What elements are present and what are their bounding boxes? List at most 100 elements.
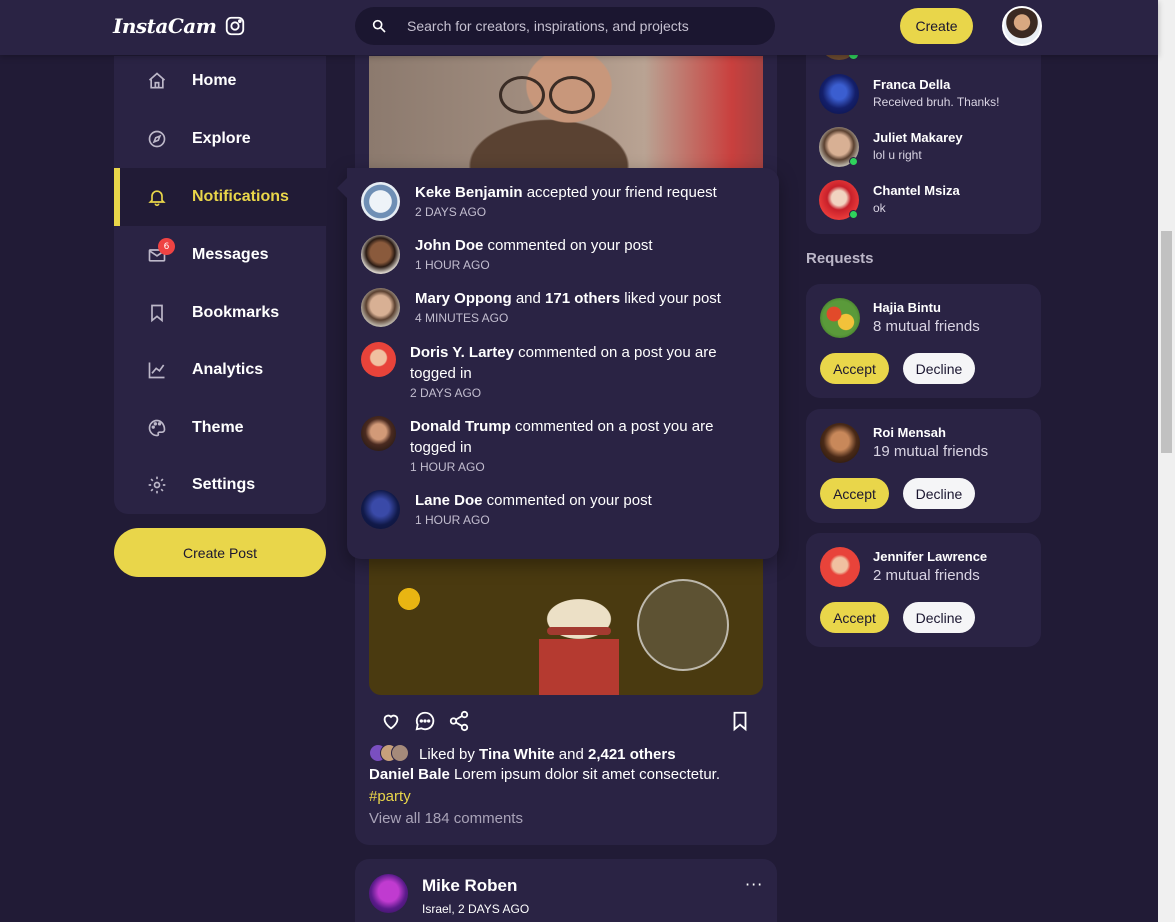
liker-avatars [369,744,415,764]
notification-message: commented on your post [483,237,653,254]
gear-icon [148,476,166,494]
heart-icon[interactable] [380,710,402,732]
avatar[interactable] [820,298,860,338]
share-icon[interactable] [448,710,470,732]
avatar [361,490,400,529]
notification-message: liked your post [620,290,721,307]
notification-time: 1 HOUR AGO [415,513,490,527]
notification-text: Keke Benjamin accepted your friend reque… [415,182,755,222]
notification-user: Donald Trump [410,418,511,435]
notification-text: John Doe commented on your post 1 HOUR A… [415,235,755,275]
sidebar-item-settings[interactable]: Settings [114,456,326,514]
online-status-dot [849,157,858,166]
mutual-friends: 19 mutual friends [873,443,989,460]
message-preview: Received bruh. Thanks! [873,95,1000,109]
liked-count[interactable]: 2,421 others [588,746,676,763]
search-input[interactable] [407,7,757,45]
post-caption: Daniel Bale Lorem ipsum dolor sit amet c… [369,766,720,783]
create-button[interactable]: Create [900,8,973,44]
notification-user: Lane Doe [415,492,483,509]
notification-text: Lane Doe commented on your post 1 HOUR A… [415,490,755,530]
notification-message: commented on your post [482,492,652,509]
sidebar-item-bookmarks[interactable]: Bookmarks [114,284,326,342]
message-count-badge: 6 [158,238,175,255]
sidebar-item-label: Explore [192,130,251,147]
notification-user: Doris Y. Lartey [410,344,514,361]
request-name[interactable]: Jennifer Lawrence [873,549,987,564]
scrollbar-thumb[interactable] [1161,231,1172,453]
notification-user: Keke Benjamin [415,184,523,201]
notification-time: 2 DAYS AGO [415,205,487,219]
hat-band [547,627,611,635]
request-card: Jennifer Lawrence 2 mutual friends Accep… [806,533,1041,647]
liked-mid: and [554,745,588,763]
avatar [819,74,859,114]
liked-user[interactable]: Tina White [479,746,555,763]
accept-button[interactable]: Accept [820,353,889,384]
glasses-lens [549,76,595,114]
bell-icon [148,190,166,207]
notification-others: 171 others [545,290,621,307]
request-name[interactable]: Roi Mensah [873,425,946,440]
avatar [361,235,400,274]
sidebar-item-label: Analytics [192,361,264,378]
home-icon [148,72,166,89]
instagram-icon [226,16,245,36]
notifications-popup: Keke Benjamin accepted your friend reque… [337,168,779,559]
sidebar-item-explore[interactable]: Explore [114,110,326,168]
notification-time: 1 HOUR AGO [415,258,490,272]
message-preview: lol u right [873,148,922,162]
page-scrollbar[interactable] [1158,0,1175,922]
avatar[interactable] [820,423,860,463]
search-icon [372,19,386,33]
message-sender: Juliet Makarey [873,130,963,145]
accept-button[interactable]: Accept [820,478,889,509]
sidebar-item-messages[interactable]: 6 Messages [114,226,326,284]
post-author[interactable]: Mike Roben [422,876,517,896]
accept-button[interactable]: Accept [820,602,889,633]
sidebar: Home Explore Notifications 6 Messages Bo… [114,56,326,514]
view-comments-link[interactable]: View all 184 comments [369,810,523,827]
post-image[interactable] [369,56,763,168]
request-card: Roi Mensah 19 mutual friends Accept Decl… [806,409,1041,523]
bookmark-icon [151,304,163,323]
profile-avatar[interactable] [1002,6,1042,46]
sidebar-item-theme[interactable]: Theme [114,399,326,457]
caption-user[interactable]: Daniel Bale [369,766,450,783]
sidebar-item-label: Messages [192,246,269,263]
sidebar-item-analytics[interactable]: Analytics [114,341,326,399]
message-preview: ok [873,201,886,215]
post-meta: Israel, 2 DAYS AGO [422,902,530,916]
mutual-friends: 2 mutual friends [873,567,980,584]
hashtag[interactable]: #party [369,788,411,805]
sidebar-item-home[interactable]: Home [114,52,326,110]
bookmark-icon[interactable] [729,710,751,732]
sidebar-item-label: Theme [192,419,244,436]
comment-icon[interactable] [414,710,436,732]
avatar [361,288,400,327]
request-name[interactable]: Hajia Bintu [873,300,941,315]
decline-button[interactable]: Decline [903,602,975,633]
decline-button[interactable]: Decline [903,353,975,384]
notification-text: Donald Trump commented on a post you are… [410,416,750,477]
sidebar-item-notifications[interactable]: Notifications [114,168,326,226]
more-options-icon[interactable]: ··· [745,875,763,894]
bubble [637,579,729,671]
liked-by: Liked by Tina White and 2,421 others [369,744,676,764]
glasses-lens [499,76,545,114]
logo[interactable]: InstaCam [113,14,246,38]
liked-prefix: Liked by [419,745,480,763]
notification-time: 2 DAYS AGO [410,386,482,400]
decline-button[interactable]: Decline [903,478,975,509]
avatar[interactable] [820,547,860,587]
compass-icon [148,130,166,148]
avatar[interactable] [369,874,408,913]
post-image[interactable] [369,559,763,695]
notification-text: Mary Oppong and 171 others liked your po… [415,288,755,328]
notification-user: John Doe [415,237,484,254]
avatar [361,182,400,221]
palette-icon [148,419,166,437]
chart-line-icon [148,362,165,379]
sidebar-item-label: Home [192,72,237,89]
create-post-button[interactable]: Create Post [114,528,326,577]
